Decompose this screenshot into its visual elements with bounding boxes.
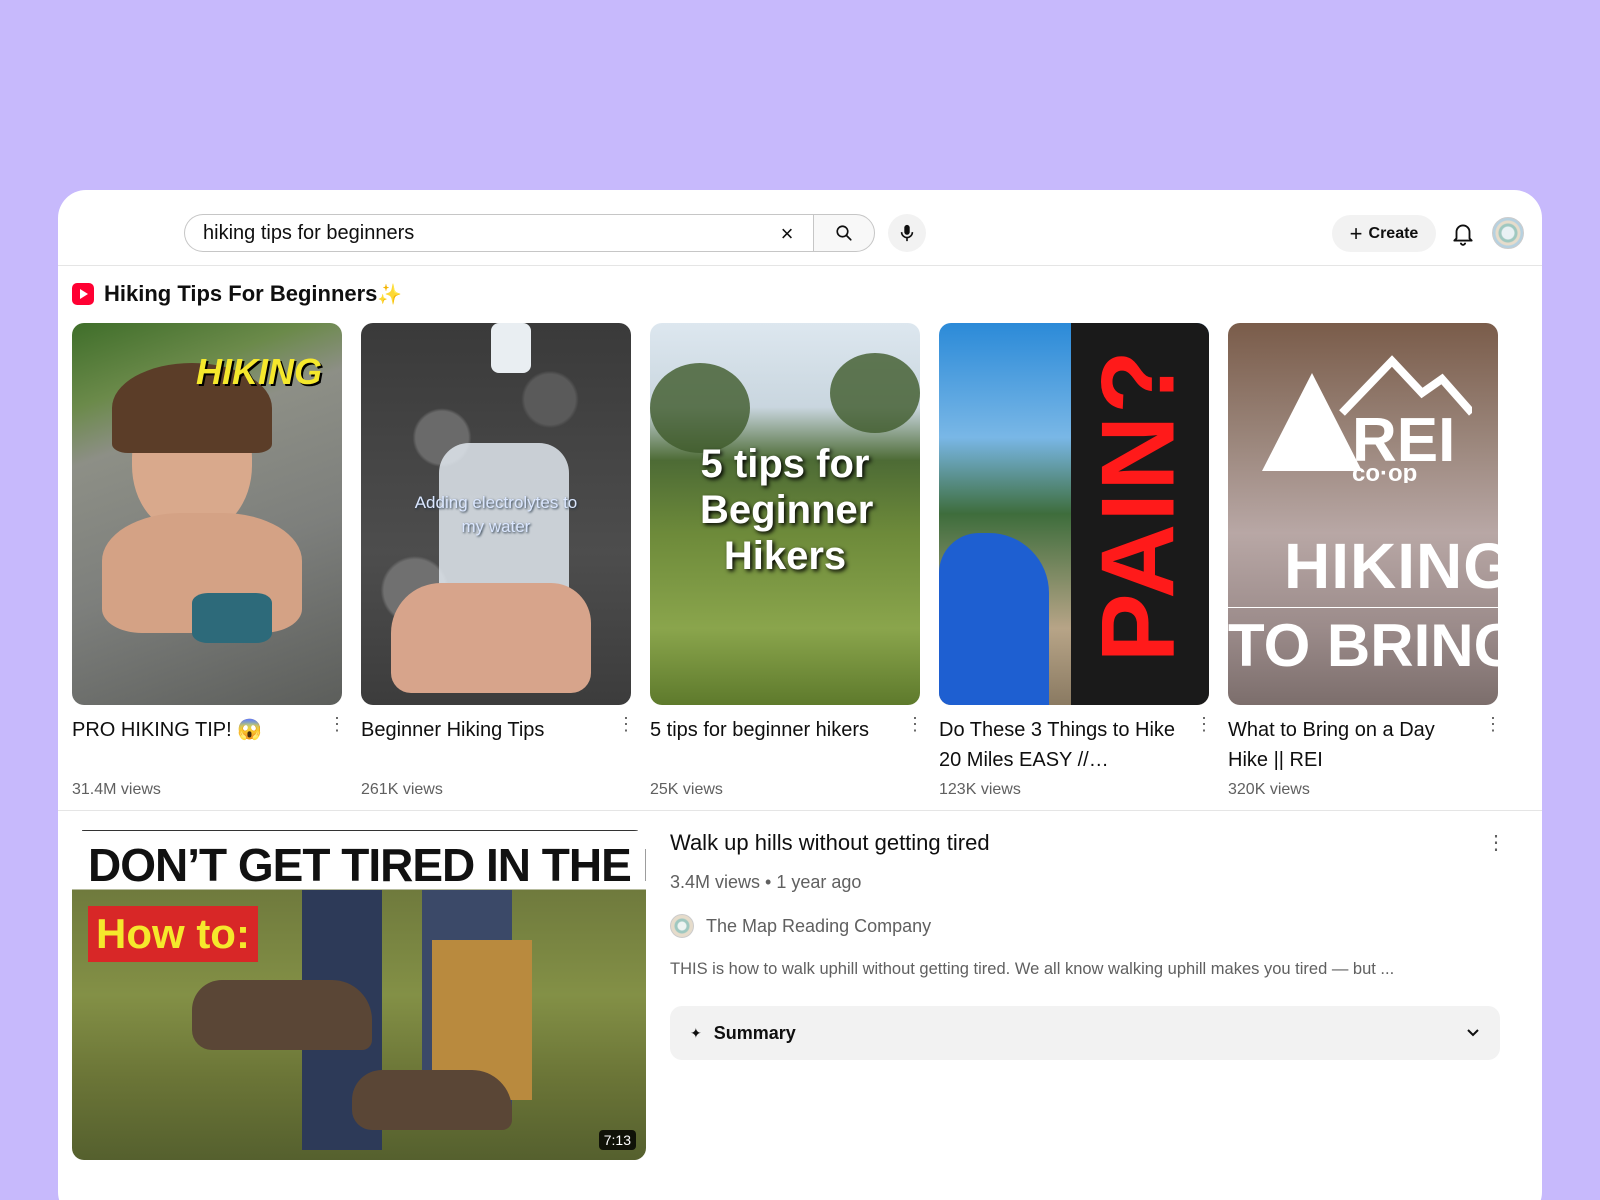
thumbnail-text: HIKING — [1284, 530, 1498, 602]
plus-icon: + — [1349, 220, 1363, 246]
video-thumbnail[interactable]: REI co·op HIKING TO BRING ON — [1228, 323, 1498, 705]
chevron-down-icon — [1467, 1029, 1479, 1037]
sparkle-icon: ✨ — [377, 284, 403, 306]
video-title[interactable]: 5 tips for beginner hikers — [650, 715, 920, 775]
summary-label: Summary — [713, 1022, 796, 1043]
video-title[interactable]: PRO HIKING TIP! 😱 — [72, 715, 342, 775]
thumbnail-subtext: TO BRING ON — [1228, 612, 1498, 679]
summary-expander[interactable]: ✦ Summary — [670, 1006, 1500, 1060]
search-button[interactable] — [813, 214, 875, 252]
youtube-shorts-icon — [72, 283, 94, 305]
shelf-title: Hiking Tips For Beginners✨ — [104, 281, 403, 306]
shelf-header: Hiking Tips For Beginners✨ — [72, 280, 402, 308]
more-options-icon[interactable]: ⋮ — [1195, 715, 1213, 735]
short-card[interactable]: Adding electrolytes to my water Beginner… — [361, 323, 635, 798]
search-icon — [836, 225, 852, 241]
rei-logo-subtext: co·op — [1352, 460, 1417, 483]
short-card[interactable]: HIKING PRO HIKING TIP! 😱 31.4M views ⋮ — [72, 323, 346, 798]
microphone-icon — [900, 224, 914, 242]
video-title[interactable]: What to Bring on a Day Hike || REI — [1228, 715, 1498, 775]
video-thumbnail[interactable]: 5 tips for Beginner Hikers — [650, 323, 920, 705]
short-card[interactable]: REI co·op HIKING TO BRING ON What to Bri… — [1228, 323, 1502, 798]
featured-video-description: THIS is how to walk uphill without getti… — [670, 960, 1395, 978]
browser-window: × + Create Hiking Tips For Beginners✨ HI… — [58, 190, 1542, 1200]
sparkle-icon: ✦ — [690, 1024, 702, 1041]
more-options-icon[interactable]: ⋮ — [617, 715, 635, 735]
voice-search-button[interactable] — [888, 214, 926, 252]
video-title[interactable]: Beginner Hiking Tips — [361, 715, 631, 775]
video-title[interactable]: Do These 3 Things to Hike 20 Miles EASY … — [939, 715, 1209, 775]
thumbnail-text: Adding electrolytes to my water — [414, 493, 578, 536]
search-input[interactable] — [203, 221, 743, 245]
video-thumbnail[interactable]: HIKING — [72, 323, 342, 705]
create-label: Create — [1368, 224, 1419, 242]
thumbnail-tag: How to: — [88, 906, 258, 962]
thumbnail-text: PAIN? — [1080, 348, 1197, 663]
section-divider — [58, 810, 1542, 811]
view-count: 123K views — [939, 781, 1021, 798]
featured-video-meta: 3.4M views • 1 year ago — [670, 872, 862, 892]
featured-video-title[interactable]: Walk up hills without getting tired — [670, 830, 990, 856]
thumbnail-headline: DON’T GET TIRED IN THE HILLS — [88, 839, 646, 891]
channel-link[interactable]: The Map Reading Company — [670, 914, 931, 938]
video-duration: 7:13 — [598, 1130, 636, 1150]
more-options-icon[interactable]: ⋮ — [1484, 715, 1502, 735]
clear-search-icon[interactable]: × — [775, 221, 799, 246]
top-bar: × + Create — [58, 190, 1542, 266]
more-options-icon[interactable]: ⋮ — [1486, 830, 1506, 855]
featured-video-thumbnail[interactable]: DON’T GET TIRED IN THE HILLS How to: 7:1… — [72, 830, 646, 1160]
create-button[interactable]: + Create — [1332, 215, 1436, 252]
notifications-bell-icon[interactable] — [1450, 220, 1476, 246]
more-options-icon[interactable]: ⋮ — [906, 715, 924, 735]
short-card[interactable]: 5 tips for Beginner Hikers 5 tips for be… — [650, 323, 924, 798]
rei-logo: REI co·op — [1262, 355, 1472, 483]
video-thumbnail[interactable]: Adding electrolytes to my water — [361, 323, 631, 705]
view-count: 261K views — [361, 781, 443, 798]
view-count: 31.4M views — [72, 781, 161, 798]
channel-avatar — [670, 914, 694, 938]
search-box: × — [184, 214, 813, 252]
more-options-icon[interactable]: ⋮ — [328, 715, 346, 735]
account-avatar[interactable] — [1492, 217, 1524, 249]
video-thumbnail[interactable]: PAIN? — [939, 323, 1209, 705]
view-count: 320K views — [1228, 781, 1310, 798]
thumbnail-text: HIKING — [196, 351, 322, 392]
view-count: 25K views — [650, 781, 723, 798]
thumbnail-text: 5 tips for Beginner Hikers — [700, 442, 874, 578]
short-card[interactable]: PAIN? Do These 3 Things to Hike 20 Miles… — [939, 323, 1213, 798]
channel-name: The Map Reading Company — [706, 915, 932, 936]
